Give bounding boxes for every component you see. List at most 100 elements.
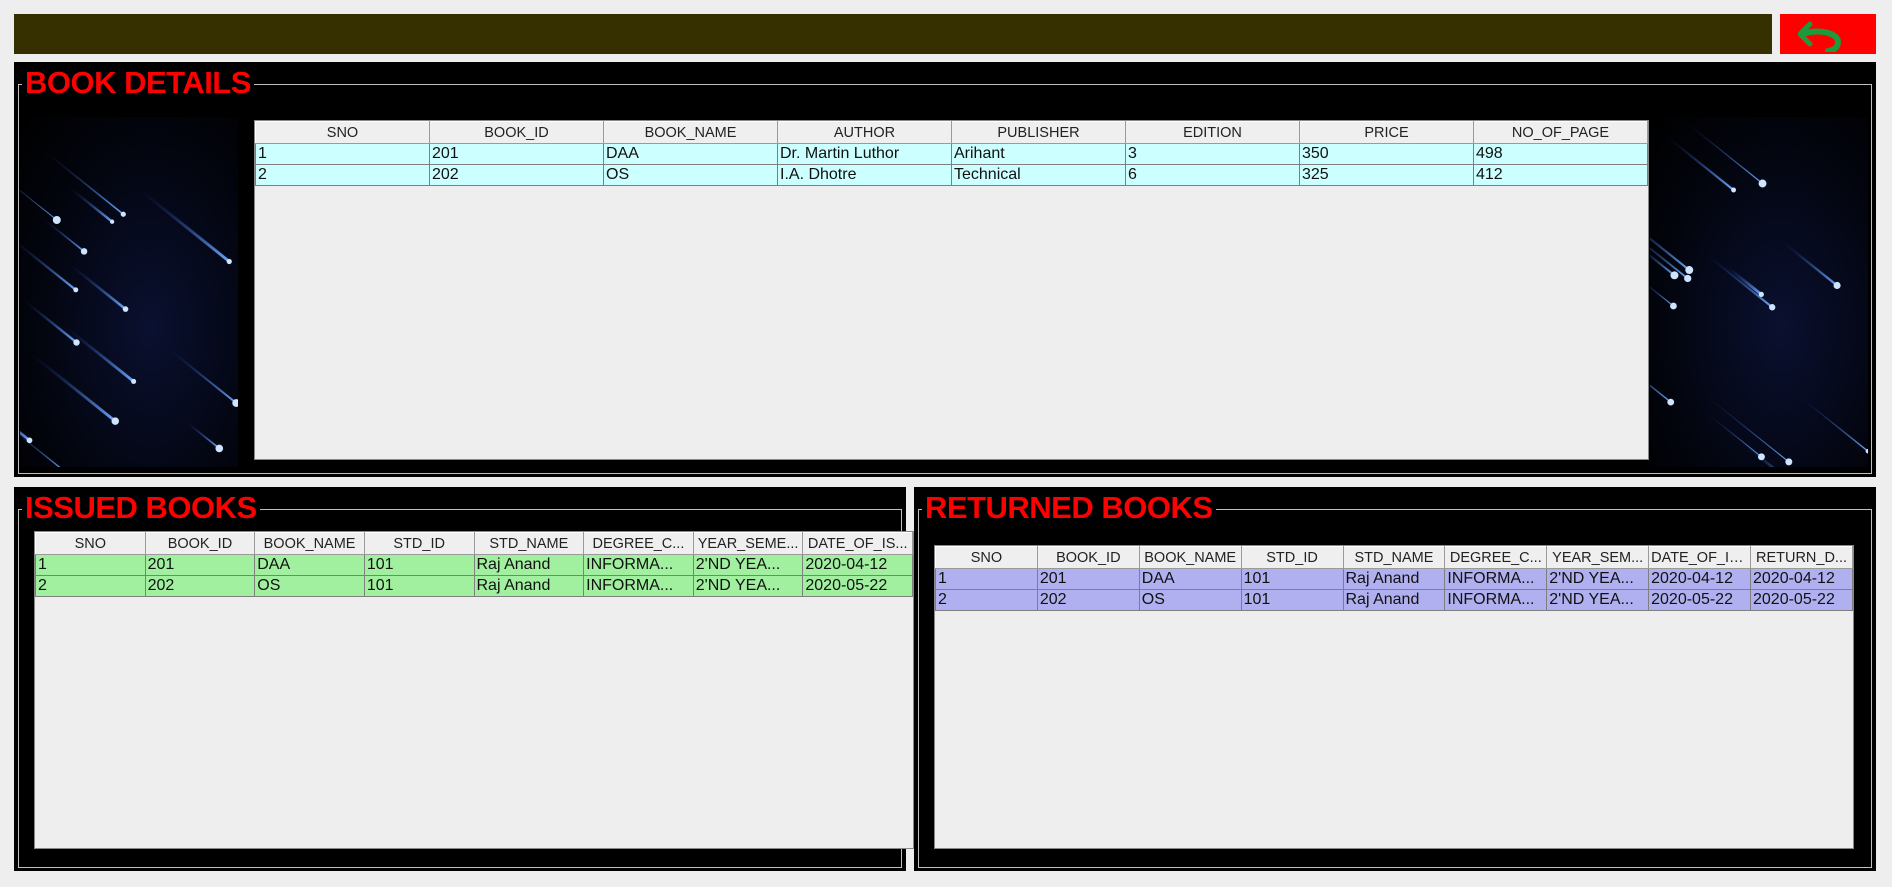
meteor-head (1758, 291, 1764, 297)
table-cell[interactable]: Raj Anand (473, 554, 585, 576)
column-header[interactable]: NO_OF_PAGE (1473, 121, 1648, 144)
table-cell[interactable]: OS (603, 164, 778, 186)
table-cell[interactable]: 201 (144, 554, 256, 576)
back-arrow-icon (1798, 21, 1842, 52)
table-cell[interactable]: 1 (35, 554, 146, 576)
table-cell[interactable]: INFORMA... (583, 554, 694, 576)
table-cell[interactable]: 1 (255, 143, 430, 165)
table-row[interactable]: 2 202 OS 101 Raj Anand INFORMA... 2'ND YEA... 2… (935, 589, 1853, 611)
column-header[interactable]: BOOK_NAME (1138, 546, 1242, 569)
table-cell[interactable]: OS (254, 575, 365, 597)
column-header[interactable]: DEGREE_C... (1444, 546, 1548, 569)
table-cell[interactable]: 2020-05-22 (1750, 589, 1853, 611)
table-row[interactable]: 1 201 DAA Dr. Martin Luthor Arihant 3 350 498 (255, 143, 1648, 165)
column-header[interactable]: BOOK_NAME (603, 121, 778, 144)
column-header[interactable]: SNO (255, 121, 430, 144)
column-header[interactable]: EDITION (1125, 121, 1300, 144)
column-header[interactable]: SNO (35, 532, 146, 555)
column-header[interactable]: DEGREE_C... (583, 532, 694, 555)
meteor-head (73, 287, 79, 293)
table-row[interactable]: 2 202 OS I.A. Dhotre Technical 6 325 412 (255, 164, 1648, 186)
column-header[interactable]: SNO (935, 546, 1038, 569)
table-cell[interactable]: 2'ND YEA... (1546, 589, 1650, 611)
table-cell[interactable]: 101 (1240, 589, 1344, 611)
book-details-table[interactable]: SNO BOOK_ID BOOK_NAME AUTHOR PUBLISHER EDITIO… (254, 120, 1649, 460)
table-cell[interactable]: 101 (1240, 568, 1344, 590)
table-cell[interactable]: DAA (1138, 568, 1242, 590)
table-cell[interactable]: 2020-04-12 (1648, 568, 1751, 590)
meteor-streak (165, 346, 237, 404)
column-header[interactable]: YEAR_SEME... (692, 532, 804, 555)
back-button[interactable] (1780, 14, 1876, 54)
column-header[interactable]: BOOK_ID (1036, 546, 1140, 569)
starfield-image-right (1650, 117, 1868, 467)
table-cell[interactable]: 498 (1473, 143, 1648, 165)
meteor-head (226, 258, 232, 265)
table-cell[interactable]: 1 (935, 568, 1038, 590)
returned-books-panel: RETURNED BOOKS SNO BOOK_ID BOOK_NAME STD_ID… (914, 487, 1876, 871)
column-header[interactable]: PUBLISHER (951, 121, 1126, 144)
table-cell[interactable]: Raj Anand (1342, 568, 1446, 590)
table-cell[interactable]: OS (1138, 589, 1242, 611)
table-cell[interactable]: Raj Anand (473, 575, 585, 597)
table-cell[interactable]: 2 (35, 575, 146, 597)
table-cell[interactable]: 412 (1473, 164, 1648, 186)
table-cell[interactable]: I.A. Dhotre (777, 164, 952, 186)
table-row[interactable]: 1 201 DAA 101 Raj Anand INFORMA... 2'ND YEA...… (935, 568, 1853, 590)
issued-books-table[interactable]: SNO BOOK_ID BOOK_NAME STD_ID STD_NAME DEGREE_… (34, 531, 914, 849)
table-cell[interactable]: 325 (1299, 164, 1474, 186)
table-cell[interactable]: Arihant (951, 143, 1126, 165)
table-cell[interactable]: 202 (144, 575, 256, 597)
returned-books-table[interactable]: SNO BOOK_ID BOOK_NAME STD_ID STD_NAME DEGREE_… (934, 545, 1854, 849)
column-header[interactable]: BOOK_NAME (254, 532, 365, 555)
column-header[interactable]: AUTHOR (777, 121, 952, 144)
table-cell[interactable]: 201 (1036, 568, 1140, 590)
table-cell[interactable]: 2 (255, 164, 430, 186)
table-cell[interactable]: 2020-05-22 (1648, 589, 1751, 611)
table-cell[interactable]: 101 (363, 575, 475, 597)
table-cell[interactable]: Technical (951, 164, 1126, 186)
table-cell[interactable]: 2'ND YEA... (692, 554, 804, 576)
column-header[interactable]: DATE_OF_IS... (1648, 546, 1751, 569)
column-header[interactable]: YEAR_SEM... (1546, 546, 1650, 569)
column-header[interactable]: RETURN_D... (1750, 546, 1853, 569)
table-cell[interactable]: 2020-04-12 (1750, 568, 1853, 590)
column-header[interactable]: DATE_OF_IS... (802, 532, 913, 555)
table-cell[interactable]: INFORMA... (583, 575, 694, 597)
table-cell[interactable]: 101 (363, 554, 475, 576)
column-header[interactable]: STD_NAME (1342, 546, 1446, 569)
meteor-streak (1650, 237, 1690, 271)
table-cell[interactable]: Dr. Martin Luthor (777, 143, 952, 165)
meteor-head (1670, 271, 1679, 280)
table-cell[interactable]: 202 (1036, 589, 1140, 611)
table-cell[interactable]: 2 (935, 589, 1038, 611)
table-cell[interactable]: 350 (1299, 143, 1474, 165)
meteor-streak (20, 434, 61, 467)
table-cell[interactable]: 2'ND YEA... (692, 575, 804, 597)
table-cell[interactable]: 2'ND YEA... (1546, 568, 1650, 590)
column-header[interactable]: STD_NAME (473, 532, 585, 555)
table-cell[interactable]: 202 (429, 164, 604, 186)
column-header[interactable]: STD_ID (1240, 546, 1344, 569)
table-cell[interactable]: DAA (603, 143, 778, 165)
table-cell[interactable]: 6 (1125, 164, 1300, 186)
column-header[interactable]: STD_ID (363, 532, 475, 555)
table-cell[interactable]: Raj Anand (1342, 589, 1446, 611)
meteor-streak (42, 217, 85, 253)
meteor-streak (1741, 442, 1775, 467)
table-row[interactable]: 2 202 OS 101 Raj Anand INFORMA... 2'ND YEA... 2… (35, 575, 913, 597)
table-cell[interactable]: 3 (1125, 143, 1300, 165)
meteor-head (52, 216, 61, 224)
meteor-head (1731, 187, 1737, 193)
table-cell[interactable]: 201 (429, 143, 604, 165)
meteor-streak (1724, 264, 1763, 296)
table-cell[interactable]: INFORMA... (1444, 568, 1548, 590)
column-header[interactable]: PRICE (1299, 121, 1474, 144)
table-cell[interactable]: DAA (254, 554, 365, 576)
column-header[interactable]: BOOK_ID (144, 532, 256, 555)
column-header[interactable]: BOOK_ID (429, 121, 604, 144)
table-cell[interactable]: INFORMA... (1444, 589, 1548, 611)
table-cell[interactable]: 2020-05-22 (802, 575, 913, 597)
table-cell[interactable]: 2020-04-12 (802, 554, 913, 576)
table-row[interactable]: 1 201 DAA 101 Raj Anand INFORMA... 2'ND YEA...… (35, 554, 913, 576)
